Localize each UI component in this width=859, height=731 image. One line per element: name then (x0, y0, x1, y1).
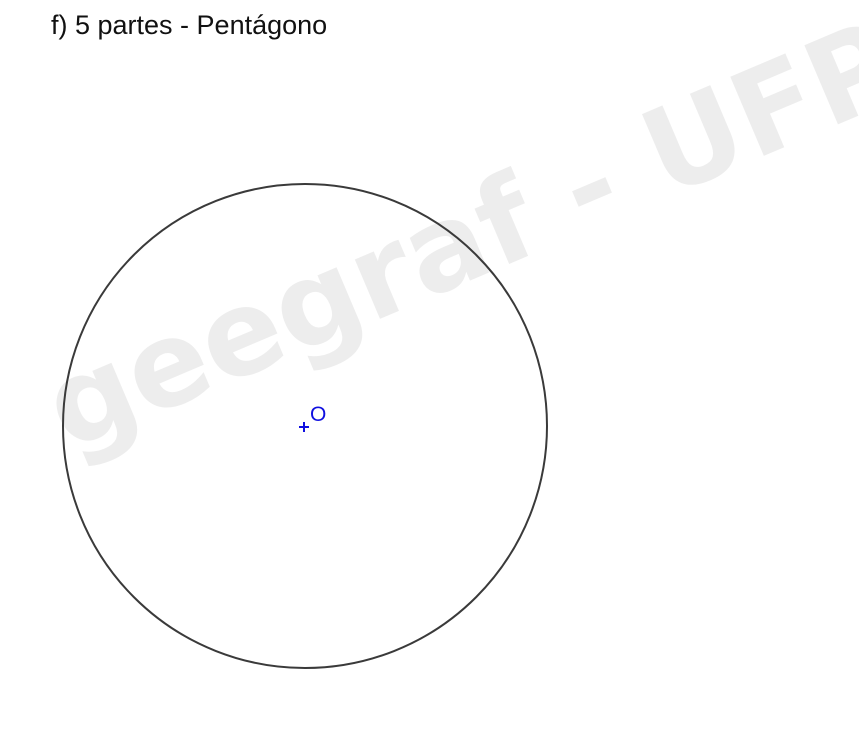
center-label: O (310, 403, 326, 426)
geometry-figure: O (62, 183, 548, 669)
center-point-marker (299, 422, 309, 432)
